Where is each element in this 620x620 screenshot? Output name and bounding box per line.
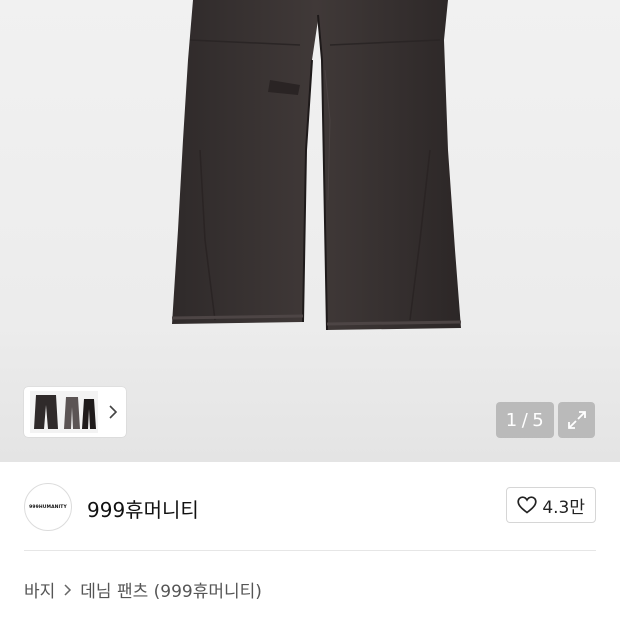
divider: [24, 550, 596, 551]
seller-row: 999HUMANITY 999휴머니티 4.3만: [24, 483, 596, 531]
like-button[interactable]: 4.3만: [506, 487, 596, 523]
breadcrumb-category-link[interactable]: 바지: [24, 577, 55, 602]
seller-logo[interactable]: 999HUMANITY: [24, 483, 72, 531]
seller-name[interactable]: 999휴머니티: [87, 494, 199, 523]
counter-current: 1: [505, 409, 518, 431]
product-image-gallery[interactable]: 1 / 5: [0, 0, 620, 462]
like-count: 4.3만: [542, 497, 585, 518]
chevron-right-icon: [63, 583, 72, 597]
image-counter: 1 / 5: [496, 402, 554, 438]
chevron-right-icon[interactable]: [107, 404, 119, 420]
breadcrumb: 바지 데님 팬츠 (999휴머니티): [24, 577, 262, 602]
expand-icon: [567, 411, 586, 429]
expand-button[interactable]: [558, 402, 595, 438]
heart-outline-icon: [517, 496, 537, 514]
thumbnail-image: [30, 391, 98, 433]
thumbnail-strip[interactable]: [24, 387, 126, 437]
counter-separator: /: [521, 409, 529, 431]
counter-total: 5: [532, 409, 545, 431]
breadcrumb-product-link[interactable]: 데님 팬츠 (999휴머니티): [80, 577, 262, 602]
seller-logo-text: 999HUMANITY: [29, 504, 67, 510]
